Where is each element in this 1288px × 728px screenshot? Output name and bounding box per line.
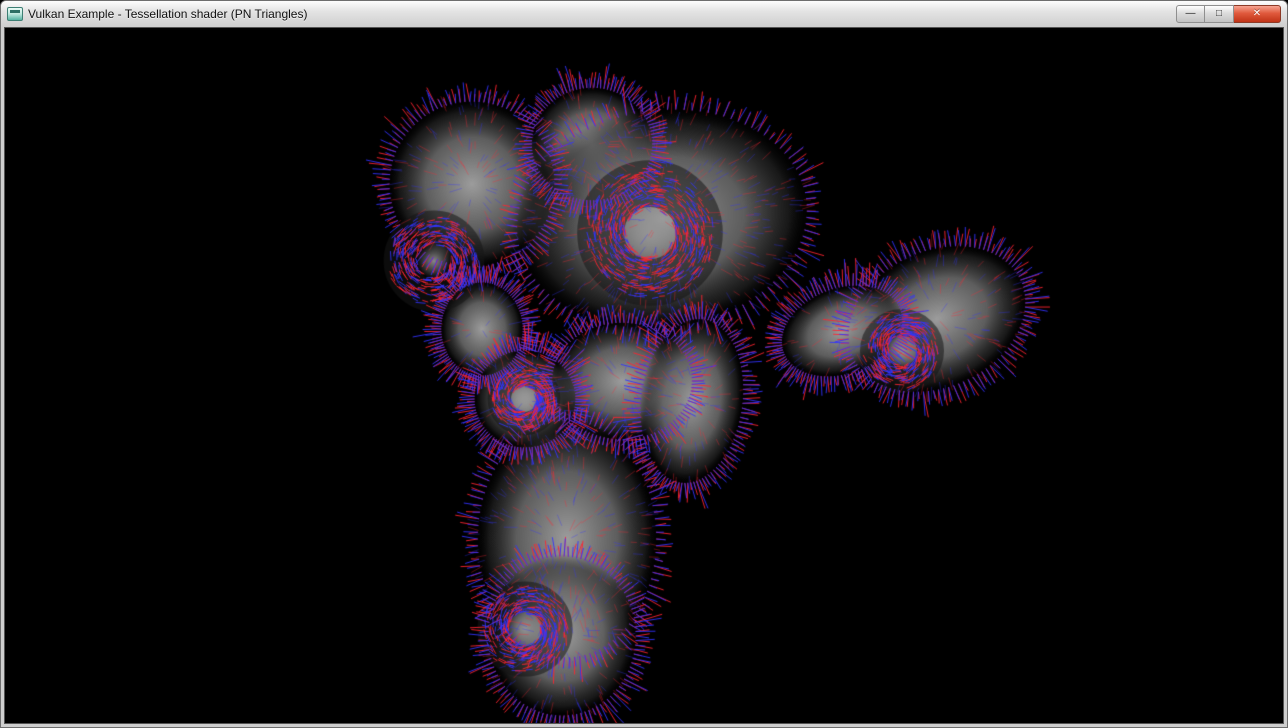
minimize-button[interactable]: — [1176,5,1205,23]
window-title: Vulkan Example - Tessellation shader (PN… [28,7,307,21]
viewport [4,27,1284,724]
render-canvas[interactable] [5,28,1284,724]
close-icon: ✕ [1253,9,1261,19]
maximize-icon: □ [1216,9,1222,19]
title-bar[interactable]: Vulkan Example - Tessellation shader (PN… [1,1,1287,26]
minimize-icon: — [1186,9,1196,19]
maximize-button[interactable]: □ [1205,5,1234,23]
app-window: Vulkan Example - Tessellation shader (PN… [0,0,1288,728]
close-button[interactable]: ✕ [1234,5,1281,23]
app-icon[interactable] [7,7,23,21]
window-controls: — □ ✕ [1176,4,1281,23]
